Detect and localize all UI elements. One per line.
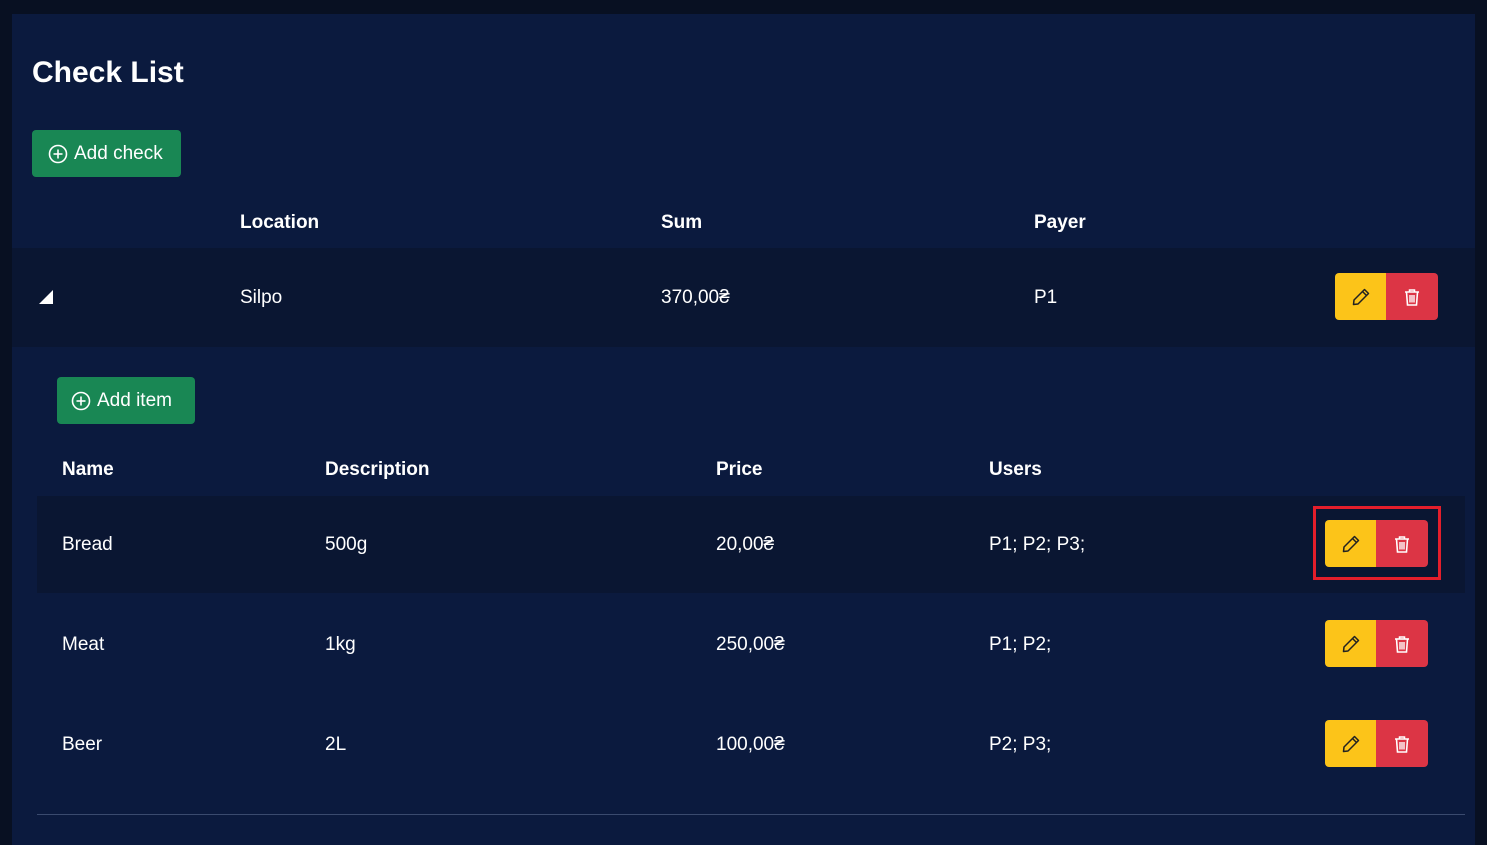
header-sum: Sum: [661, 212, 703, 233]
pencil-icon: [1352, 288, 1369, 305]
header-location: Location: [240, 212, 320, 233]
header-payer: Payer: [1034, 212, 1086, 233]
item-description: 1kg: [325, 634, 356, 655]
item-price: 250,00₴: [716, 634, 785, 655]
plus-circle-icon: [48, 144, 68, 163]
trash-icon: [1395, 635, 1409, 653]
edit-item-button[interactable]: [1325, 620, 1376, 667]
check-row: [12, 248, 1475, 347]
header-price: Price: [716, 459, 763, 480]
edit-check-button[interactable]: [1335, 273, 1386, 320]
page-title: Check List: [32, 56, 184, 89]
check-actions: [1335, 273, 1438, 320]
item-name: Beer: [62, 734, 103, 755]
item-users: P1; P2; P3;: [989, 534, 1086, 555]
add-check-button[interactable]: Add check: [32, 130, 181, 177]
delete-item-button[interactable]: [1376, 620, 1428, 667]
delete-check-button[interactable]: [1386, 273, 1438, 320]
edit-item-button[interactable]: [1325, 720, 1376, 767]
add-item-button[interactable]: Add item: [57, 377, 195, 424]
item-actions: [1325, 720, 1428, 767]
add-check-label: Add check: [74, 142, 163, 164]
highlight-box: [1313, 506, 1441, 580]
header-users: Users: [989, 459, 1042, 480]
item-users: P1; P2;: [989, 634, 1052, 655]
item-price: 100,00₴: [716, 734, 785, 755]
pencil-icon: [1342, 735, 1359, 752]
item-description: 500g: [325, 534, 368, 555]
trash-icon: [1395, 735, 1409, 753]
table-divider: [37, 814, 1465, 815]
item-name: Meat: [62, 634, 105, 655]
check-sum: 370,00₴: [661, 287, 730, 308]
header-description: Description: [325, 459, 430, 480]
add-item-label: Add item: [97, 389, 172, 411]
pencil-icon: [1342, 635, 1359, 652]
item-users: P2; P3;: [989, 734, 1052, 755]
delete-item-button[interactable]: [1376, 720, 1428, 767]
item-name: Bread: [62, 534, 113, 555]
caret-down-right-icon[interactable]: [39, 290, 53, 304]
item-description: 2L: [325, 734, 347, 755]
item-price: 20,00₴: [716, 534, 775, 555]
plus-circle-icon: [71, 391, 91, 410]
check-payer: P1: [1034, 287, 1058, 308]
check-location: Silpo: [240, 287, 283, 308]
item-actions: [1325, 620, 1428, 667]
header-name: Name: [62, 459, 114, 480]
trash-icon: [1405, 288, 1419, 306]
